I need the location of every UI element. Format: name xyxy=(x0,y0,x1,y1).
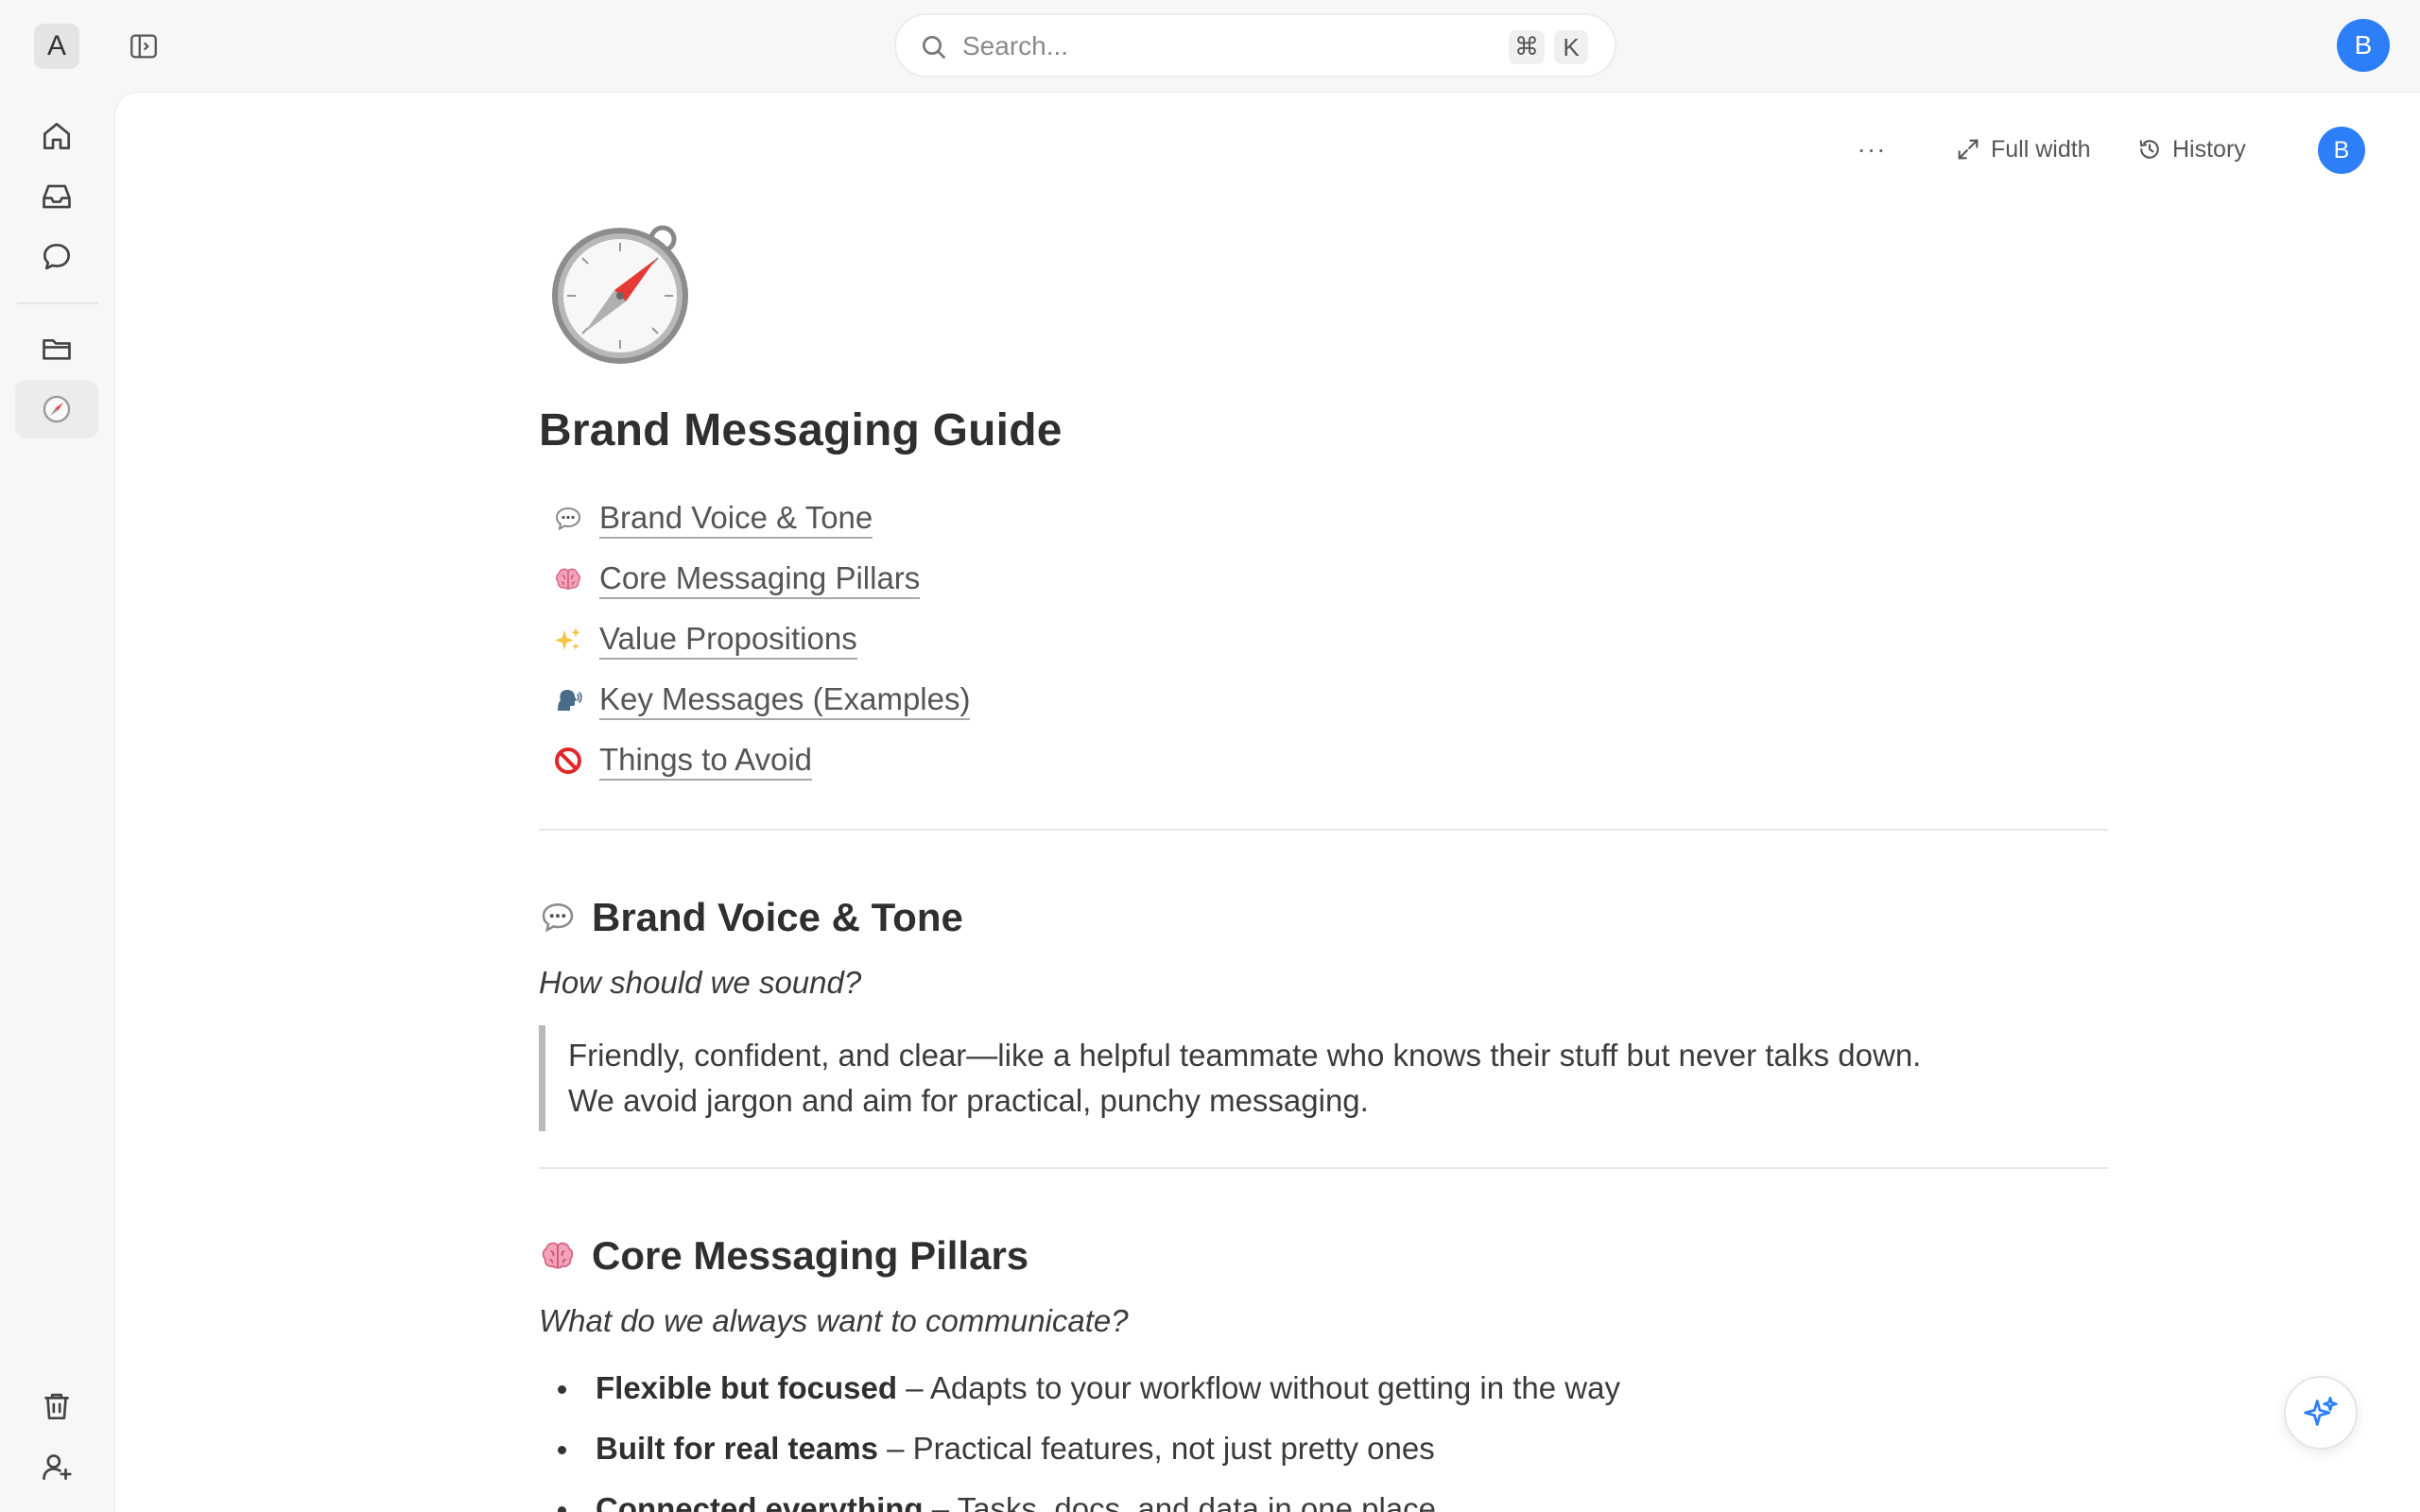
brain-icon xyxy=(552,563,584,595)
search-input[interactable] xyxy=(962,25,1416,68)
bullet-text: – Tasks, docs, and data in one place xyxy=(923,1491,1436,1512)
toc-label: Things to Avoid xyxy=(599,741,813,781)
ai-assistant-button[interactable] xyxy=(2284,1376,2358,1450)
home-icon xyxy=(43,122,71,150)
document-toolbar: ··· Full width History B xyxy=(1758,121,2420,178)
pillars-list: Flexible but focused – Adapts to your wo… xyxy=(539,1358,2108,1512)
section-question: How should we sound? xyxy=(539,965,862,1000)
toc-label: Core Messaging Pillars xyxy=(599,559,921,599)
section-heading-brand-voice: Brand Voice & Tone xyxy=(539,895,2108,940)
toc-label: Brand Voice & Tone xyxy=(599,499,873,539)
speech-bubble-icon xyxy=(539,898,579,937)
toc-item-things-to-avoid[interactable]: Things to Avoid xyxy=(552,730,2108,791)
toc-label: Key Messages (Examples) xyxy=(599,680,971,720)
sidebar-item-inbox[interactable] xyxy=(15,167,98,226)
sidebar xyxy=(0,91,113,1512)
workspace-switcher[interactable]: A xyxy=(34,24,79,69)
speaking-head-icon xyxy=(552,684,584,716)
user-initial: B xyxy=(2354,30,2373,60)
prohibited-icon xyxy=(552,745,584,777)
page-compass-icon[interactable] xyxy=(544,215,696,367)
bullet-bold: Flexible but focused xyxy=(596,1370,898,1405)
expand-icon xyxy=(1958,139,1979,160)
section-heading-core-pillars: Core Messaging Pillars xyxy=(539,1233,2108,1279)
collaborator-initial: B xyxy=(2333,136,2350,163)
bullet-bold: Built for real teams xyxy=(596,1431,878,1466)
trash-icon xyxy=(44,1393,69,1420)
sparkle-icon xyxy=(2304,1397,2338,1426)
document-content: Brand Messaging Guide Brand Voice & Tone… xyxy=(539,215,2108,1512)
list-item: Built for real teams – Practical feature… xyxy=(539,1418,2108,1479)
section-heading-text: Core Messaging Pillars xyxy=(592,1233,1029,1278)
sidebar-toggle-icon[interactable] xyxy=(128,30,160,62)
top-bar: A ⌘ K B xyxy=(0,0,2420,91)
inbox-icon xyxy=(43,184,71,209)
speech-bubble-icon xyxy=(552,503,584,535)
shortcut-k-key: K xyxy=(1554,30,1588,64)
app-window: A ⌘ K B xyxy=(0,0,2420,1512)
search-icon xyxy=(919,32,949,62)
bullet-bold: Connected everything xyxy=(596,1491,924,1512)
sparkles-icon xyxy=(552,624,584,656)
list-item: Connected everything – Tasks, docs, and … xyxy=(539,1479,2108,1512)
sidebar-item-invite[interactable] xyxy=(15,1437,98,1496)
full-width-label: Full width xyxy=(1991,135,2091,163)
bullet-text: – Practical features, not just pretty on… xyxy=(877,1431,1435,1466)
search-bar[interactable]: ⌘ K xyxy=(894,13,1616,77)
toc-item-brand-voice[interactable]: Brand Voice & Tone xyxy=(552,489,2108,549)
sidebar-item-brand-guide[interactable] xyxy=(15,380,98,438)
sidebar-item-chat[interactable] xyxy=(15,228,98,286)
page-title: Brand Messaging Guide xyxy=(539,405,1063,455)
sidebar-divider xyxy=(17,302,98,304)
voice-quote: Friendly, confident, and clear—like a he… xyxy=(539,1025,2108,1131)
table-of-contents: Brand Voice & Tone Core Messaging Pillar… xyxy=(539,489,2108,791)
add-user-icon xyxy=(43,1454,72,1481)
bullet-text: – Adapts to your workflow without gettin… xyxy=(897,1370,1620,1405)
section-question: What do we always want to communicate? xyxy=(539,1303,1129,1338)
document-panel: ··· Full width History B Brand Messaging… xyxy=(115,93,2420,1512)
list-item: Flexible but focused – Adapts to your wo… xyxy=(539,1358,2108,1418)
more-options-icon[interactable]: ··· xyxy=(1853,130,1891,168)
history-label: History xyxy=(2172,135,2246,163)
chat-icon xyxy=(43,243,71,270)
workspace-initial: A xyxy=(46,30,66,61)
sidebar-item-home[interactable] xyxy=(15,107,98,165)
section-heading-text: Brand Voice & Tone xyxy=(592,895,963,939)
folder-icon xyxy=(43,338,71,360)
divider xyxy=(539,829,2108,831)
toc-item-key-messages[interactable]: Key Messages (Examples) xyxy=(552,670,2108,730)
toc-item-core-pillars[interactable]: Core Messaging Pillars xyxy=(552,549,2108,610)
quote-line: We avoid jargon and aim for practical, p… xyxy=(568,1083,1369,1118)
history-button[interactable]: History xyxy=(2129,127,2254,172)
brain-icon xyxy=(539,1236,579,1276)
toc-label: Value Propositions xyxy=(599,620,857,660)
quote-line: Friendly, confident, and clear—like a he… xyxy=(568,1038,1922,1073)
sidebar-item-files[interactable] xyxy=(15,319,98,378)
compass-icon xyxy=(43,395,71,423)
sidebar-item-trash[interactable] xyxy=(15,1377,98,1435)
user-avatar[interactable]: B xyxy=(2337,19,2390,72)
collaborator-avatar[interactable]: B xyxy=(2318,127,2365,174)
toc-item-value-props[interactable]: Value Propositions xyxy=(552,610,2108,670)
divider xyxy=(539,1167,2108,1169)
full-width-button[interactable]: Full width xyxy=(1947,127,2099,172)
history-icon xyxy=(2139,140,2159,159)
shortcut-cmd-key: ⌘ xyxy=(1509,30,1545,64)
